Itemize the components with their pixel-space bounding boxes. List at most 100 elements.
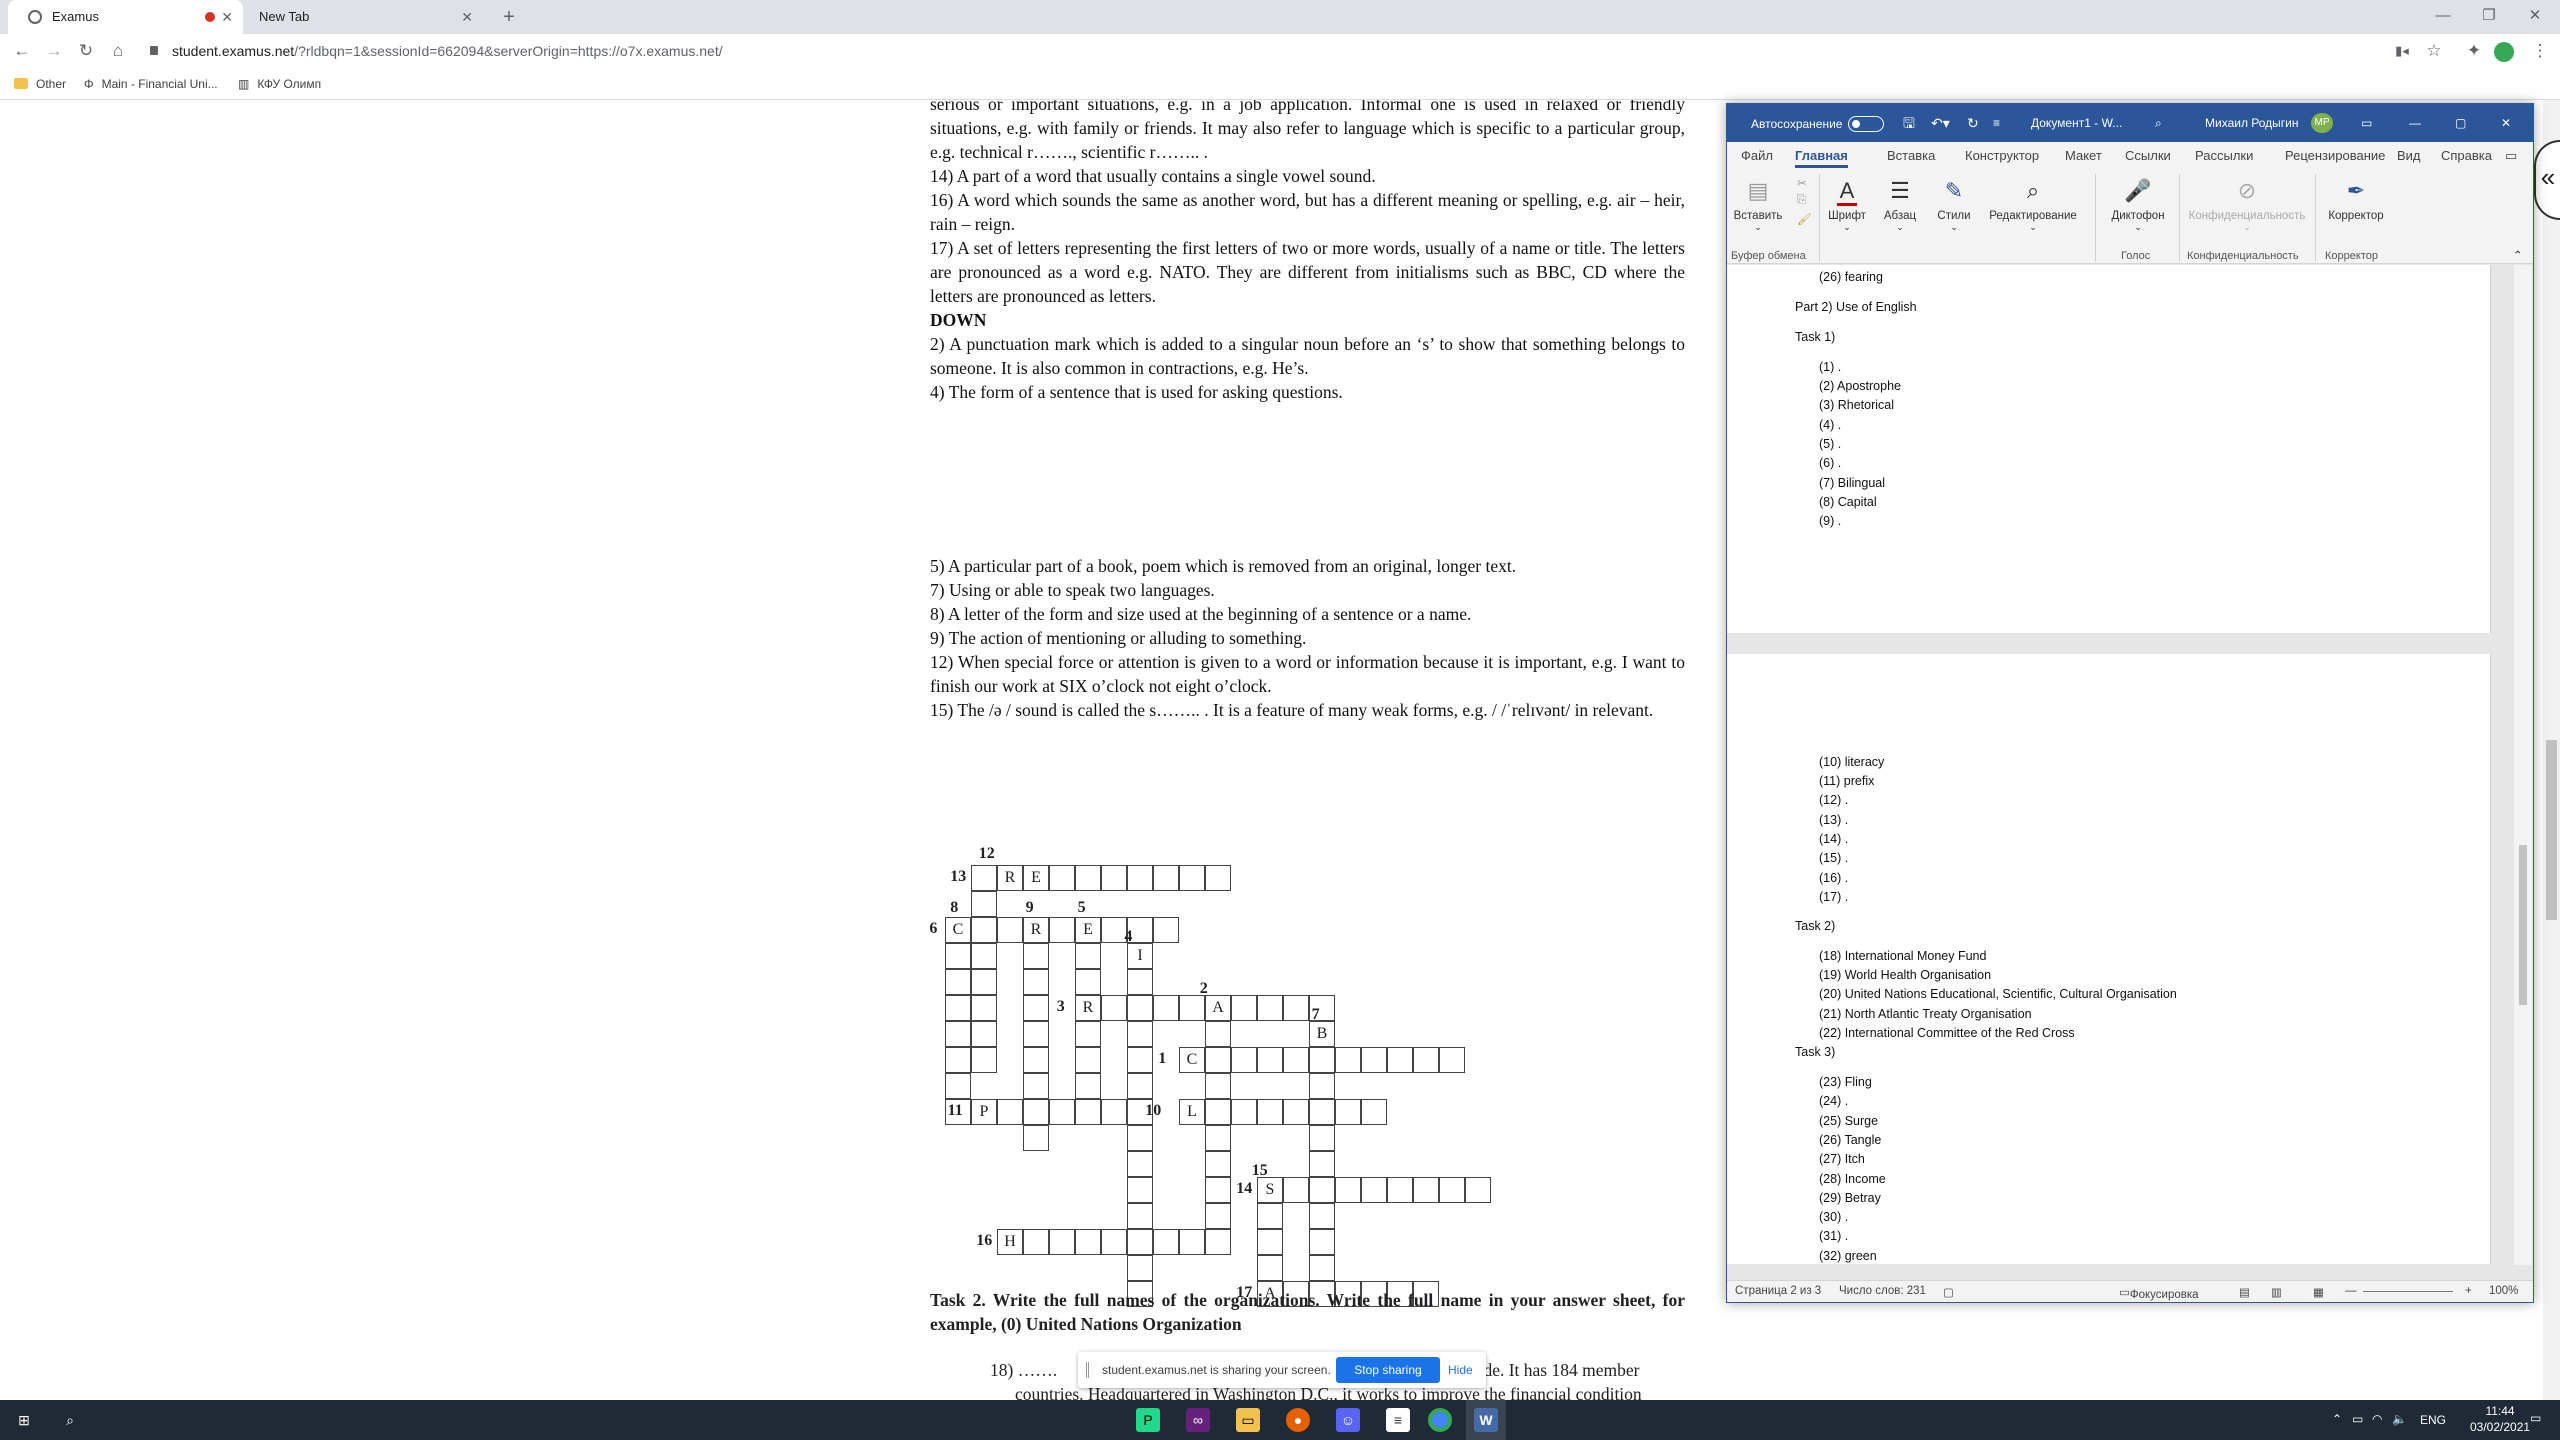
save-icon[interactable]: 🖫 [1903, 116, 1915, 130]
share-message: student.examus.net is sharing your scree… [1102, 1363, 1331, 1377]
word-scrollbar[interactable] [2514, 265, 2532, 1265]
font-button[interactable]: A Шрифт ⌄ [1823, 176, 1871, 233]
start-icon[interactable]: ⊞ [12, 1408, 36, 1432]
privacy-button[interactable]: ⊘ Конфиденциальность ⌄ [2185, 176, 2309, 233]
cut-icon[interactable]: ✂ [1797, 176, 1807, 190]
maximize-icon[interactable]: ▢ [2455, 116, 2466, 130]
zoom-in-icon[interactable]: + [2465, 1285, 2472, 1297]
bookmark-financial-uni[interactable]: Φ Main - Financial Uni... [84, 76, 218, 92]
reload-icon[interactable]: ↻ [72, 38, 100, 64]
maximize-button[interactable]: ❐ [2466, 0, 2512, 34]
tab-new-tab[interactable]: New Tab ✕ [243, 0, 483, 34]
stop-sharing-button[interactable]: Stop sharing [1336, 1357, 1440, 1383]
hide-button[interactable]: Hide [1448, 1363, 1473, 1377]
home-icon[interactable]: ⌂ [104, 38, 132, 64]
address-bar[interactable]: student.examus.net/?rldbqn=1&sessionId=6… [172, 38, 723, 64]
autosave-toggle[interactable]: Автосохранение [1751, 116, 1885, 132]
notifications-icon[interactable]: ▭ [2530, 1411, 2541, 1425]
close-tab-icon[interactable]: ✕ [221, 0, 233, 34]
clock[interactable]: 11:44 03/02/2021 [2470, 1403, 2530, 1435]
network-icon[interactable]: ▭ [2352, 1412, 2363, 1426]
tab-examus[interactable]: Examus ✕ [8, 0, 243, 34]
ribbon-display-icon[interactable]: ▭ [2361, 116, 2372, 130]
redo-icon[interactable]: ↻ [1967, 116, 1979, 130]
notepad-icon[interactable]: ≡ [1386, 1408, 1410, 1432]
new-tab-button[interactable]: + [496, 4, 522, 30]
format-painter-icon[interactable]: 🖌 [1797, 212, 1812, 226]
minimize-icon[interactable]: — [2409, 116, 2421, 130]
zoom-out-icon[interactable]: — [2345, 1285, 2357, 1297]
doc-line: (24) . [1819, 1094, 1849, 1108]
bookmark-other[interactable]: Other [14, 76, 66, 92]
undo-icon[interactable]: ↶▾ [1931, 116, 1950, 130]
chrome-icon[interactable] [1428, 1408, 1452, 1432]
tab-mailings[interactable]: Рассылки [2195, 148, 2253, 163]
editor-button[interactable]: ✒ Корректор [2321, 176, 2391, 222]
tab-layout[interactable]: Макет [2065, 148, 2102, 163]
collapse-panel-button[interactable]: « [2534, 140, 2560, 220]
crossword-cell [1257, 1203, 1283, 1229]
zoom-slider[interactable] [2363, 1291, 2453, 1292]
proofing-icon[interactable]: ▢ [1943, 1285, 1954, 1299]
dictate-button[interactable]: 🎤 Диктофон ⌄ [2103, 176, 2173, 233]
paragraph-button[interactable]: ☰ Абзац ⌄ [1875, 176, 1925, 233]
print-layout-icon[interactable]: ▥ [2271, 1285, 2282, 1299]
close-tab-icon[interactable]: ✕ [461, 0, 473, 34]
star-icon[interactable]: ☆ [2420, 38, 2448, 64]
collapse-ribbon-icon[interactable]: ⌃ [2513, 248, 2523, 262]
page-count[interactable]: Страница 2 из 3 [1735, 1285, 1821, 1297]
visual-studio-icon[interactable]: ∞ [1186, 1408, 1210, 1432]
tab-home[interactable]: Главная [1795, 148, 1848, 168]
scrollbar-thumb[interactable] [2519, 845, 2527, 1005]
wifi-icon[interactable]: ◠ [2372, 1412, 2382, 1426]
customize-icon[interactable]: ≡ [1993, 116, 2000, 130]
read-mode-icon[interactable]: ▤ [2239, 1285, 2250, 1299]
user-avatar[interactable]: МР [2311, 113, 2333, 133]
forward-icon[interactable]: → [40, 38, 68, 64]
close-icon[interactable]: ✕ [2501, 116, 2511, 130]
pycharm-icon[interactable]: P [1136, 1408, 1160, 1432]
tab-review[interactable]: Рецензирование [2285, 148, 2385, 163]
page-scrollbar[interactable] [2543, 100, 2560, 1400]
copy-icon[interactable]: ⎘ [1797, 194, 1806, 207]
drag-handle[interactable] [1086, 1362, 1089, 1378]
tab-help[interactable]: Справка [2441, 148, 2492, 163]
tray-chevron-icon[interactable]: ⌃ [2332, 1412, 2342, 1426]
sensitivity-icon: ⊘ [2237, 178, 2257, 203]
firefox-icon[interactable]: ● [1286, 1408, 1310, 1432]
search-icon[interactable]: ⌕ [58, 1408, 82, 1432]
menu-icon[interactable]: ⋮ [2526, 38, 2554, 64]
language-indicator[interactable]: ENG [2420, 1413, 2446, 1427]
back-icon[interactable]: ← [8, 38, 36, 64]
styles-button[interactable]: ✎ Стили ⌄ [1929, 176, 1979, 233]
tab-insert[interactable]: Вставка [1887, 148, 1935, 163]
tab-view[interactable]: Вид [2397, 148, 2421, 163]
profile-avatar[interactable] [2494, 42, 2514, 62]
extensions-icon[interactable]: ✦ [2460, 38, 2488, 64]
recording-icon [205, 12, 215, 22]
close-window-button[interactable]: ✕ [2512, 0, 2558, 34]
zoom-level[interactable]: 100% [2489, 1285, 2518, 1297]
doc-line: (7) Bilingual [1819, 476, 1886, 490]
tab-references[interactable]: Ссылки [2125, 148, 2171, 163]
minimize-button[interactable]: — [2420, 0, 2466, 34]
doc-line: (6) . [1819, 456, 1842, 470]
bookmark-kfu[interactable]: ▥ КФУ Олимп [238, 76, 321, 92]
file-explorer-icon[interactable]: ▭ [1236, 1408, 1260, 1432]
focus-mode[interactable]: ▭ Фокусировка [2119, 1285, 2199, 1301]
search-icon[interactable]: ⌕ [2155, 116, 2162, 130]
comments-icon[interactable]: ▭ [2505, 148, 2517, 164]
document-page[interactable]: (10) literacy (11) prefix (12) . (13) . (14)… [1727, 654, 2491, 1264]
web-layout-icon[interactable]: ▦ [2313, 1285, 2324, 1299]
lock-icon[interactable] [150, 46, 158, 55]
editing-button[interactable]: ⌕ Редактирование ⌄ [1983, 176, 2083, 233]
scrollbar-thumb[interactable] [2546, 740, 2557, 920]
paste-button[interactable]: ▤ Вставить ⌄ [1733, 176, 1783, 233]
doc-line: (29) Betray [1819, 1191, 1881, 1205]
volume-icon[interactable]: 🔈 [2392, 1412, 2407, 1426]
tab-design[interactable]: Конструктор [1965, 148, 2039, 163]
discord-icon[interactable]: ☺ [1336, 1408, 1360, 1432]
camera-icon[interactable]: ▮◂ [2388, 38, 2416, 64]
tab-file[interactable]: Файл [1741, 148, 1773, 163]
word-count[interactable]: Число слов: 231 [1839, 1285, 1926, 1297]
